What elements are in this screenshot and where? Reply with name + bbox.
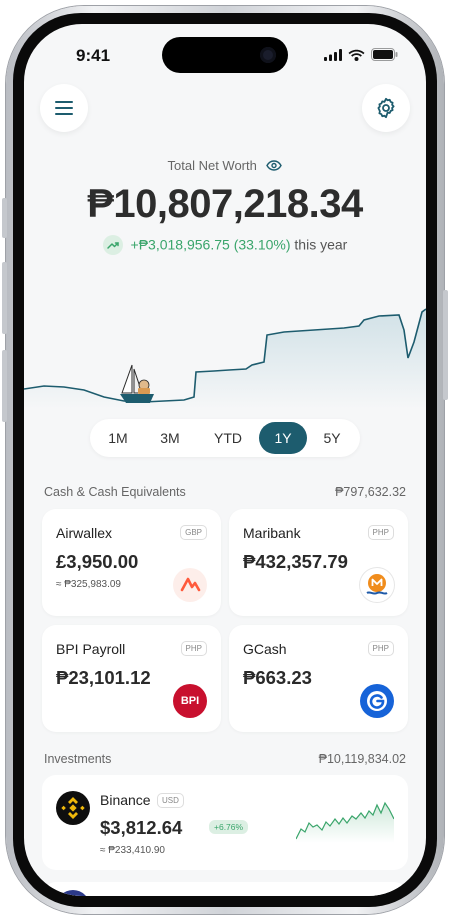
signal-icon (324, 48, 342, 61)
currency-badge: PHP (180, 641, 207, 656)
account-name: GCash (243, 641, 287, 657)
airwallex-logo (173, 568, 207, 602)
net-worth-change-amount: +₱3,018,956.75 (33.10%) (130, 236, 291, 253)
bpi-logo: BPI (173, 684, 207, 718)
gear-icon (377, 97, 395, 119)
battery-icon (371, 48, 398, 61)
chart-area-fill (24, 309, 426, 409)
action-button (2, 198, 7, 238)
account-card-gcash[interactable]: GCash PHP ₱663.23 (229, 625, 408, 732)
currency-badge: PHP (367, 641, 394, 656)
cash-section-total: ₱797,632.32 (335, 485, 406, 499)
account-name: Airwallex (56, 525, 113, 541)
period-3m[interactable]: 3M (146, 422, 194, 454)
net-worth-label: Total Net Worth (24, 158, 426, 174)
investments-section-header: Investments ₱10,119,834.02 (44, 752, 406, 766)
eye-icon[interactable] (266, 159, 283, 174)
period-1y[interactable]: 1Y (259, 422, 307, 454)
wifi-icon (348, 49, 365, 61)
investment-card-binance[interactable]: Binance USD $3,812.64 +6.76% ≈ ₱233,410.… (42, 775, 408, 870)
account-amount: ₱23,101.12 (56, 667, 151, 688)
period-5y[interactable]: 5Y (308, 422, 356, 454)
dynamic-island (162, 37, 288, 73)
account-card-bpi-payroll[interactable]: BPI Payroll PHP ₱23,101.12 BPI (42, 625, 221, 732)
investment-converted-amount: ≈ ₱233,410.90 (100, 845, 165, 856)
camera-icon (260, 47, 276, 63)
investment-card-partial[interactable] (42, 882, 408, 896)
investments-section-title: Investments (44, 752, 112, 766)
settings-button[interactable] (362, 84, 410, 132)
investments-section-total: ₱10,119,834.02 (318, 752, 406, 766)
account-name: BPI Payroll (56, 641, 126, 657)
net-worth-change-period: this year (294, 236, 348, 253)
volume-up-button (2, 262, 7, 334)
investment-sparkline (296, 801, 394, 843)
cash-section-title: Cash & Cash Equivalents (44, 485, 186, 499)
volume-down-button (2, 350, 7, 422)
account-amount: ₱663.23 (243, 667, 312, 688)
currency-badge: GBP (180, 525, 207, 540)
currency-badge: PHP (367, 525, 394, 540)
account-name: Maribank (243, 525, 301, 541)
menu-button[interactable] (40, 84, 88, 132)
app-screen: 9:41 Total Net Worth ₱10,807,218.34 +₱3,… (24, 24, 426, 896)
status-time: 9:41 (76, 46, 111, 65)
net-worth-value: ₱10,807,218.34 (87, 182, 363, 226)
account-card-maribank[interactable]: Maribank PHP ₱432,357.79 (229, 509, 408, 616)
maribank-logo (360, 568, 394, 602)
power-button (443, 290, 448, 400)
investment-change-badge: +6.76% (209, 820, 249, 834)
currency-badge: USD (157, 793, 184, 808)
net-worth-change: +₱3,018,956.75 (33.10%) this year (24, 235, 426, 256)
investment-amount: $3,812.64 (100, 817, 183, 838)
account-amount: ₱432,357.79 (243, 551, 348, 572)
sailboat-icon (120, 364, 154, 403)
binance-logo (56, 791, 90, 825)
cash-section-header: Cash & Cash Equivalents ₱797,632.32 (44, 485, 406, 499)
account-card-airwallex[interactable]: Airwallex GBP £3,950.00 ≈ ₱325,983.09 (42, 509, 221, 616)
investment-logo (56, 890, 90, 896)
net-worth-label-text: Total Net Worth (167, 158, 257, 173)
hamburger-menu-icon (55, 101, 73, 115)
account-converted-amount: ≈ ₱325,983.09 (56, 579, 121, 590)
status-bar: 9:41 (24, 24, 426, 82)
gcash-logo (360, 684, 394, 718)
investment-name: Binance (100, 792, 151, 808)
period-1m[interactable]: 1M (94, 422, 142, 454)
account-amount: £3,950.00 (56, 551, 139, 572)
period-ytd[interactable]: YTD (198, 422, 258, 454)
period-selector: 1M 3M YTD 1Y 5Y (90, 419, 360, 457)
status-icons (324, 48, 398, 61)
net-worth-chart (24, 308, 426, 409)
trending-up-icon (102, 235, 123, 255)
